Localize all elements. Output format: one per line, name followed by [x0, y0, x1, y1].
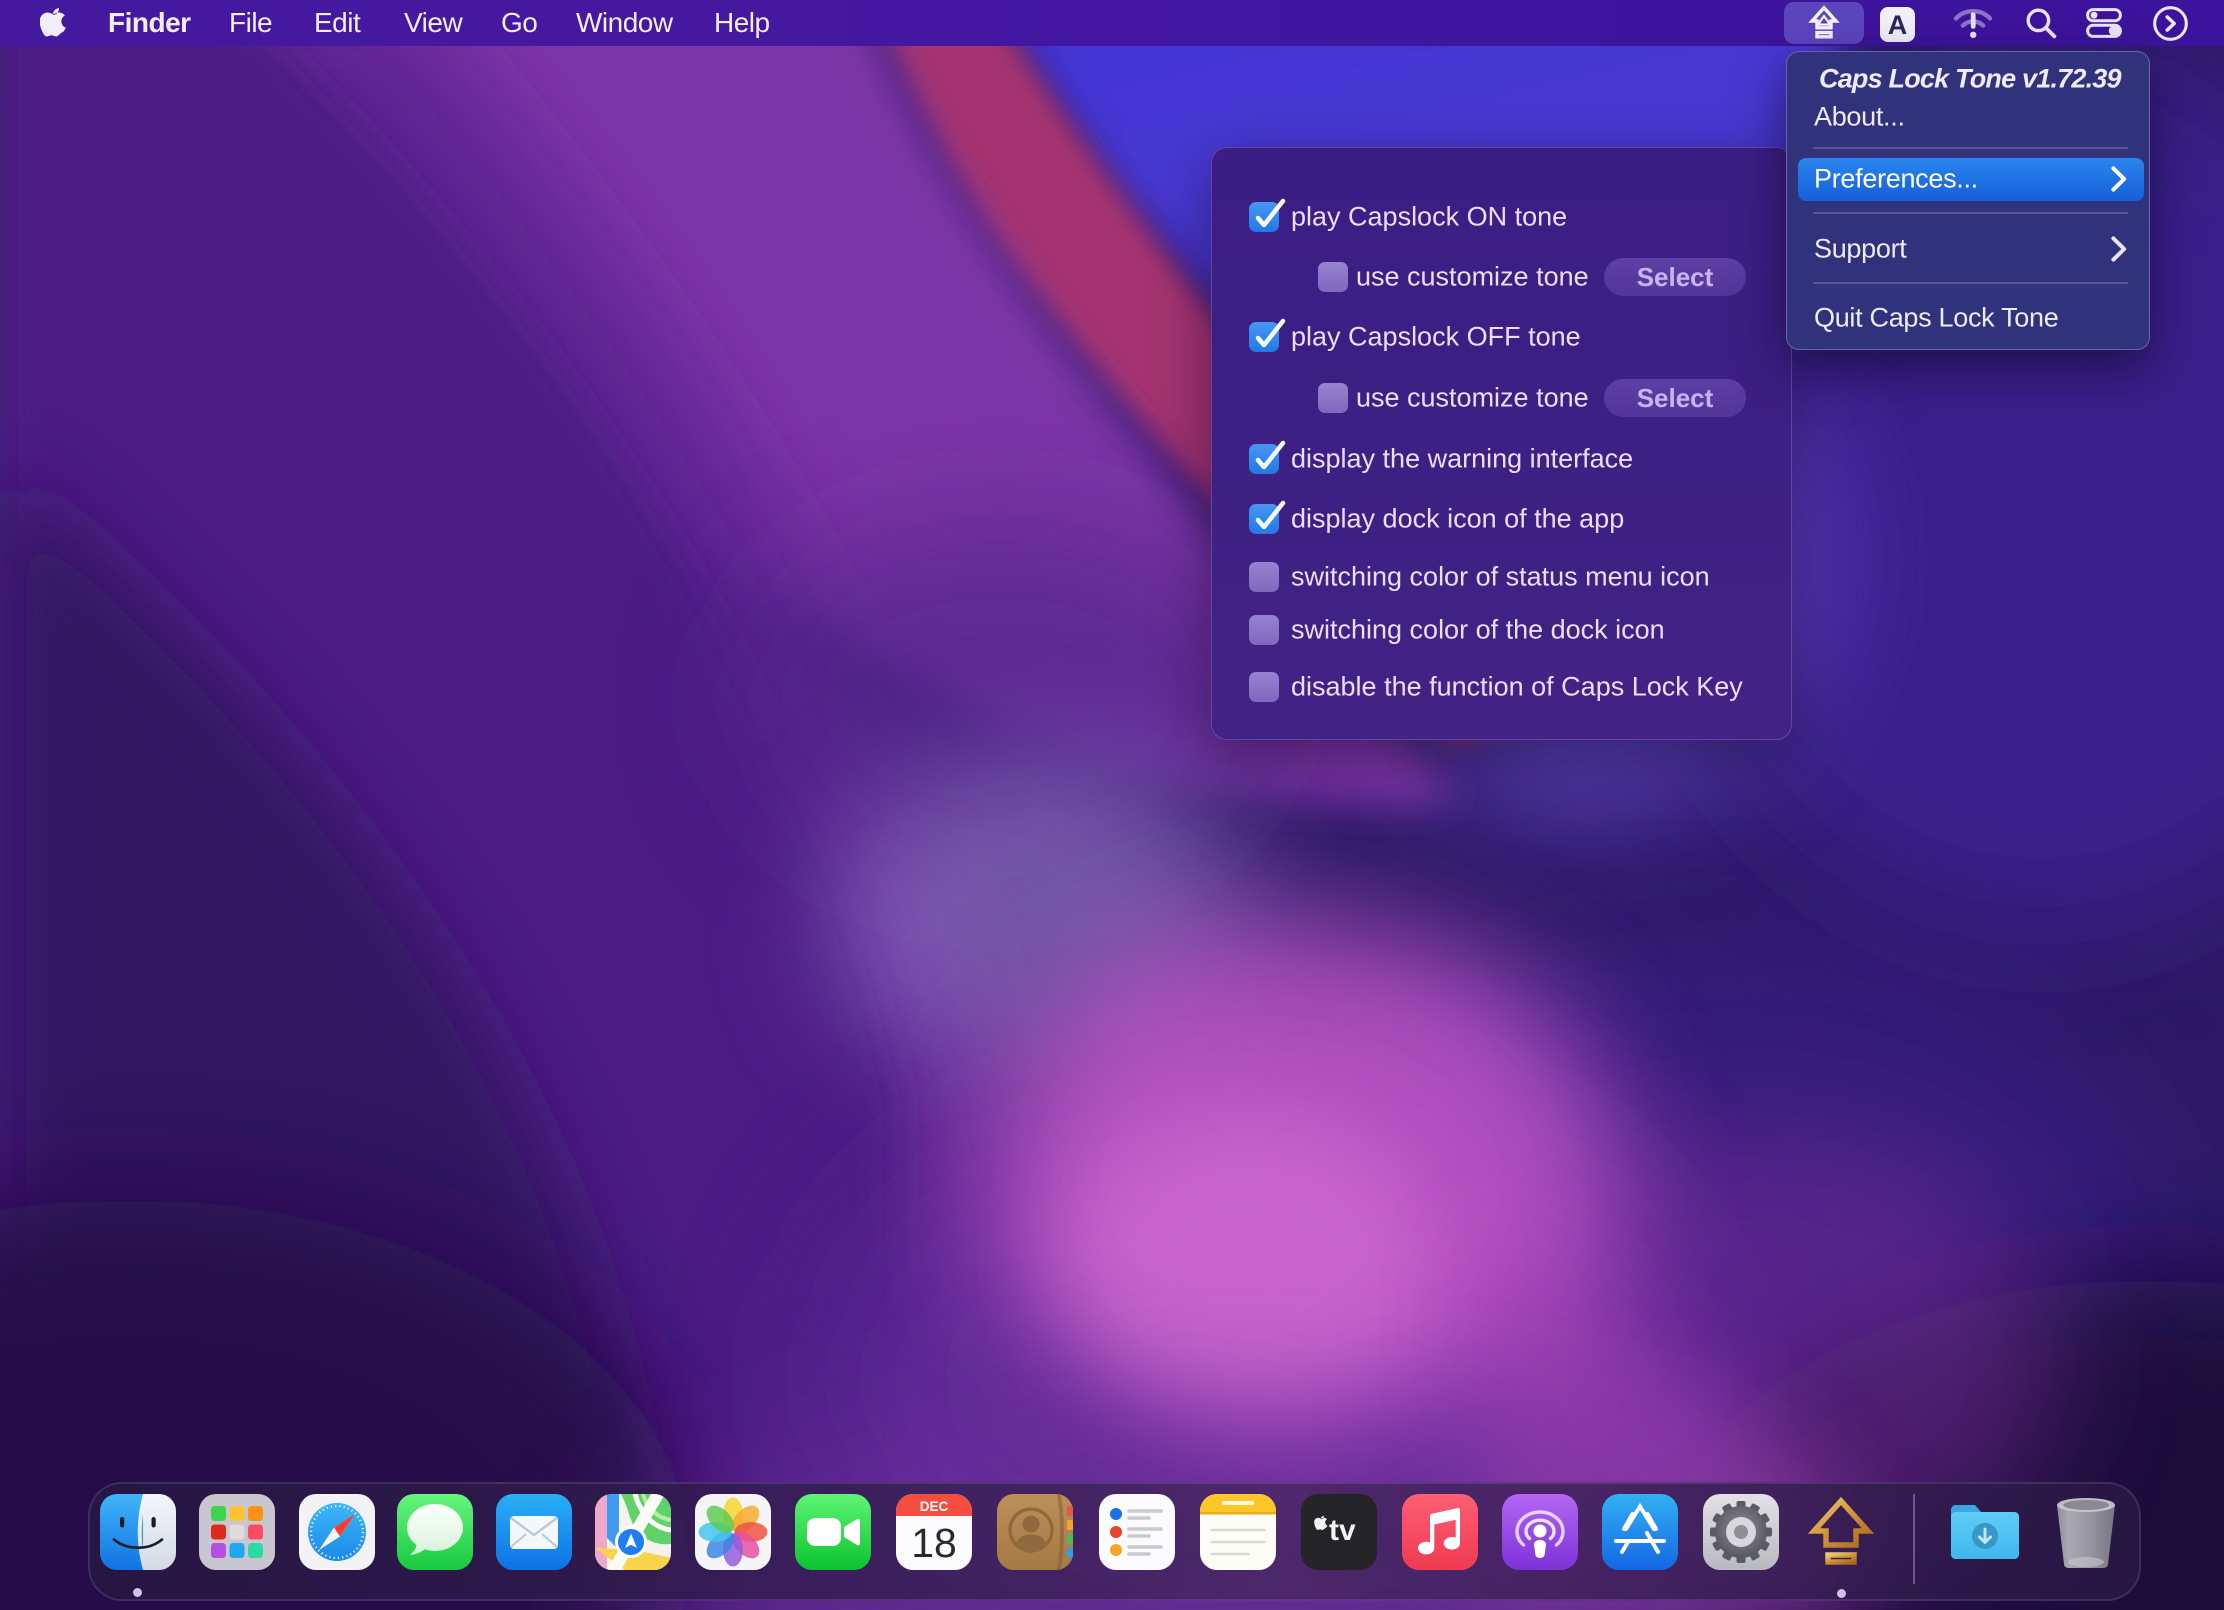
- svg-text:tv: tv: [1329, 1514, 1356, 1547]
- svg-text:18: 18: [911, 1520, 957, 1566]
- svg-text:DEC: DEC: [920, 1499, 949, 1514]
